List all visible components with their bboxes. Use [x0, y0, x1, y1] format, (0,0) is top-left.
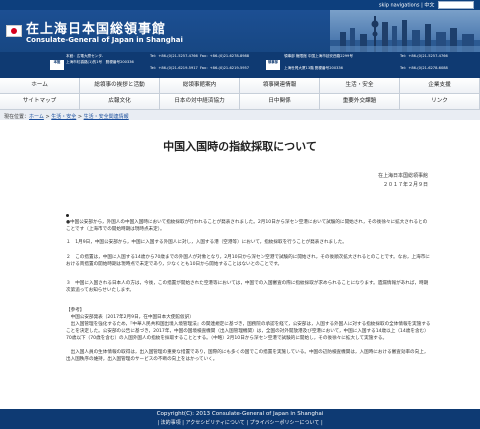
nav-business-support[interactable]: 企業支援	[400, 78, 480, 94]
paragraph-2: ２ この措置は，中国に入国する14歳から70歳までの外国人が対象となり，2月10…	[66, 255, 430, 267]
article-content: 中国入国時の指紋採取について 在上海日本国総領事館 ２０１７年２月９日 ●中国公…	[0, 120, 480, 409]
nav-links[interactable]: リンク	[400, 94, 480, 110]
nav-sitemap[interactable]: サイトマップ	[0, 94, 80, 110]
nav-home[interactable]: ホーム	[0, 78, 80, 94]
reference-heading: 【参考】	[66, 308, 85, 313]
reference-paragraph-1: 出入国管理を強化するため，『中華人民共和国出境入境管理法』の関連規定に基づき，国…	[66, 322, 431, 341]
consular-office-address-2: 上海世貿大厦13階 郵便番号200336	[284, 66, 343, 70]
main-office-tel-1: Tel：+86-(0)21-5257-4766	[150, 54, 198, 58]
nav-consulate-guide[interactable]: 総領事館案内	[160, 78, 240, 94]
skip-navigation-link[interactable]: skip navigations	[379, 3, 420, 9]
nav-public-culture[interactable]: 広報文化	[80, 94, 160, 110]
language-link[interactable]: 中文	[424, 3, 434, 9]
main-office-fax-2: Fax：+86-(0)21-6219-5957	[200, 66, 250, 70]
copyright-text: Copyright(C): 2013 Consulate-General of …	[156, 411, 324, 417]
nav-row-2: サイトマップ 広報文化 日本の対中経済協力 日中関係 重要外交課題 リンク	[0, 94, 480, 110]
nav-consular-info[interactable]: 領事関連情報	[240, 78, 320, 94]
footer-links[interactable]: | 法的事項 | アクセシビリティについて | プライバシーポリシーについて |	[0, 419, 480, 427]
site-header: 在上海日本国総領事館 Consulate-General of Japan in…	[0, 10, 480, 52]
paragraph-3: ３ 中国に入国される日本人の方は，今後，この措置が開始された空港等においては，中…	[66, 281, 429, 293]
nav-japan-china-relations[interactable]: 日中関係	[240, 94, 320, 110]
nav-consul-general-greeting[interactable]: 総領事の挨拶と活動	[80, 78, 160, 94]
reference-paragraph-2: 出入国人員の生体情報の取得は，出入国管理の重要な措置であり，国際的にも多くの国で…	[66, 350, 429, 362]
reference-source: 中国公安部発表（2017年2月9日，在中国日本大使館仮訳）	[66, 315, 194, 320]
signature-org: 在上海日本国総領事館	[377, 173, 428, 179]
nav-economic-cooperation[interactable]: 日本の対中経済協力	[160, 94, 240, 110]
paragraph-intro: ●中国公安部から，外国人の中国入国時において指紋採取が行われることが発表されまし…	[66, 220, 428, 232]
consular-office-address: 領事部 権限館 中国上海市延安西路2299号	[284, 54, 353, 58]
page-title: 中国入国時の指紋採取について	[163, 140, 317, 153]
nav-life-safety[interactable]: 生活・安全	[320, 78, 400, 94]
main-navigation: ホーム 総領事の挨拶と活動 総領事館案内 領事関連情報 生活・安全 企業支援 サ…	[0, 78, 480, 110]
paragraph-1: １ 1月9日，中国公安部から，中国に入国する外国人に対し，入国する港（空港等）に…	[66, 240, 347, 245]
consular-office-tel-2: Tel：+86-(0)21-6278-6088	[400, 66, 448, 70]
site-title-english[interactable]: Consulate-General of Japan in Shanghai	[26, 36, 183, 44]
signature-date: ２０１７年２月９日	[382, 182, 428, 188]
main-office-tag: 本館	[50, 60, 64, 70]
breadcrumb: 現在位置：ホーム > 生活・安全 > 生活・安全関連情報	[4, 114, 129, 120]
utility-links: skip navigations | 中文	[379, 1, 474, 9]
shanghai-skyline-image	[330, 10, 480, 52]
main-office-fax-1: Fax：+86-(0)21-6278-8988	[200, 54, 250, 58]
nav-row-1: ホーム 総領事の挨拶と活動 総領事館案内 領事関連情報 生活・安全 企業支援	[0, 78, 480, 94]
consular-office-tel-1: Tel：+86-(0)21-5257-4766	[400, 54, 448, 58]
main-office-address: 本館：広電大廈センタ-	[66, 54, 104, 58]
contact-info-strip: 本館 本館：広電大廈センタ- 上海市虹橋路(1)的1号 郵便番号200336 T…	[0, 52, 480, 78]
japan-flag-icon	[6, 25, 22, 37]
search-input[interactable]	[438, 1, 474, 9]
nav-diplomatic-issues[interactable]: 重要外交課題	[320, 94, 400, 110]
main-office-address-2: 上海市虹橋路(1)的1号 郵便番号200336	[66, 60, 134, 64]
main-office-tel-2: Tel：+86-(0)21-6219-5917	[150, 66, 198, 70]
consular-office-tag: 領事部	[266, 60, 280, 70]
site-footer: Copyright(C): 2013 Consulate-General of …	[0, 409, 480, 429]
site-title[interactable]: 在上海日本国総領事館	[26, 18, 166, 37]
bullet-icon	[66, 214, 69, 217]
top-utility-bar: skip navigations | 中文	[0, 0, 480, 10]
